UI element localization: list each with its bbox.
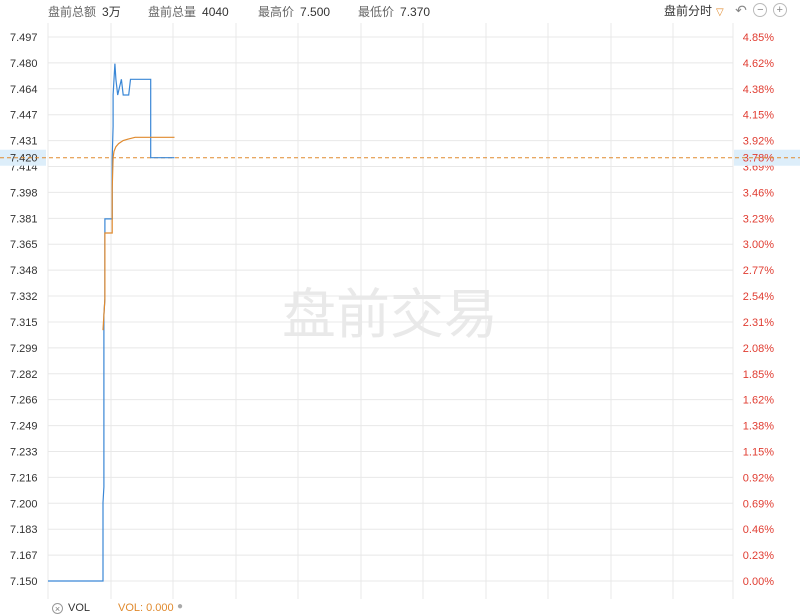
y-tick-label-left: 7.299 (10, 343, 38, 355)
y-tick-label-right: 2.77% (743, 265, 774, 277)
y-tick-label-right: 2.31% (743, 317, 774, 329)
y-tick-label-left: 7.266 (10, 395, 38, 407)
y-tick-label-left: 7.200 (10, 498, 38, 510)
y-tick-label-left: 7.348 (10, 265, 38, 277)
y-tick-label-right: 1.85% (743, 369, 774, 381)
y-tick-label-right: 4.15% (743, 110, 774, 122)
y-tick-label-right: 2.54% (743, 291, 774, 303)
volume-readout: VOL: 0.000 (118, 602, 174, 614)
indicator-name[interactable]: VOL (68, 602, 90, 614)
y-tick-label-left: 7.464 (10, 84, 38, 96)
y-tick-label-left: 7.365 (10, 239, 38, 251)
y-tick-label-left: 7.150 (10, 576, 38, 588)
y-tick-label-left: 7.381 (10, 213, 38, 225)
y-tick-label-right: 0.46% (743, 524, 774, 536)
y-tick-label-right: 3.00% (743, 239, 774, 251)
y-tick-label-left: 7.183 (10, 524, 38, 536)
y-tick-label-right: 4.38% (743, 84, 774, 96)
y-tick-label-left: 7.398 (10, 187, 38, 199)
reference-price-label: 7.420 (10, 153, 38, 165)
y-tick-label-right: 1.38% (743, 421, 774, 433)
close-indicator-icon[interactable]: × (52, 603, 63, 614)
y-tick-label-right: 3.46% (743, 187, 774, 199)
y-tick-label-right: 1.15% (743, 446, 774, 458)
y-tick-label-left: 7.233 (10, 446, 38, 458)
y-tick-label-left: 7.315 (10, 317, 38, 329)
intraday-chart[interactable]: 盘前交易 7.497 4.85% 7.480 4.62% 7.464 4.38% 7.447 4… (0, 0, 800, 600)
y-tick-label-right: 0.92% (743, 472, 774, 484)
y-tick-label-right: 4.62% (743, 58, 774, 70)
y-tick-label-right: 0.69% (743, 498, 774, 510)
y-tick-label-right: 0.23% (743, 550, 774, 562)
y-tick-label-right: 4.85% (743, 32, 774, 44)
y-tick-label-right: 3.23% (743, 213, 774, 225)
watermark: 盘前交易 (282, 283, 498, 346)
y-tick-label-left: 7.497 (10, 32, 38, 44)
y-tick-label-left: 7.167 (10, 550, 38, 562)
y-tick-label-left: 7.447 (10, 110, 38, 122)
y-tick-label-left: 7.332 (10, 291, 38, 303)
indicator-bar: × VOL VOL: 0.000 ● (0, 600, 800, 615)
y-tick-label-left: 7.480 (10, 58, 38, 70)
dot-icon: ● (177, 601, 184, 612)
y-tick-label-left: 7.431 (10, 136, 38, 148)
y-tick-label-right: 2.08% (743, 343, 774, 355)
y-tick-label-right: 1.62% (743, 395, 774, 407)
y-tick-label-left: 7.282 (10, 369, 38, 381)
reference-percent-label: 3.78% (743, 153, 774, 165)
y-tick-label-left: 7.216 (10, 472, 38, 484)
y-tick-label-right: 3.92% (743, 136, 774, 148)
y-tick-label-right: 0.00% (743, 576, 774, 588)
y-tick-label-left: 7.249 (10, 421, 38, 433)
